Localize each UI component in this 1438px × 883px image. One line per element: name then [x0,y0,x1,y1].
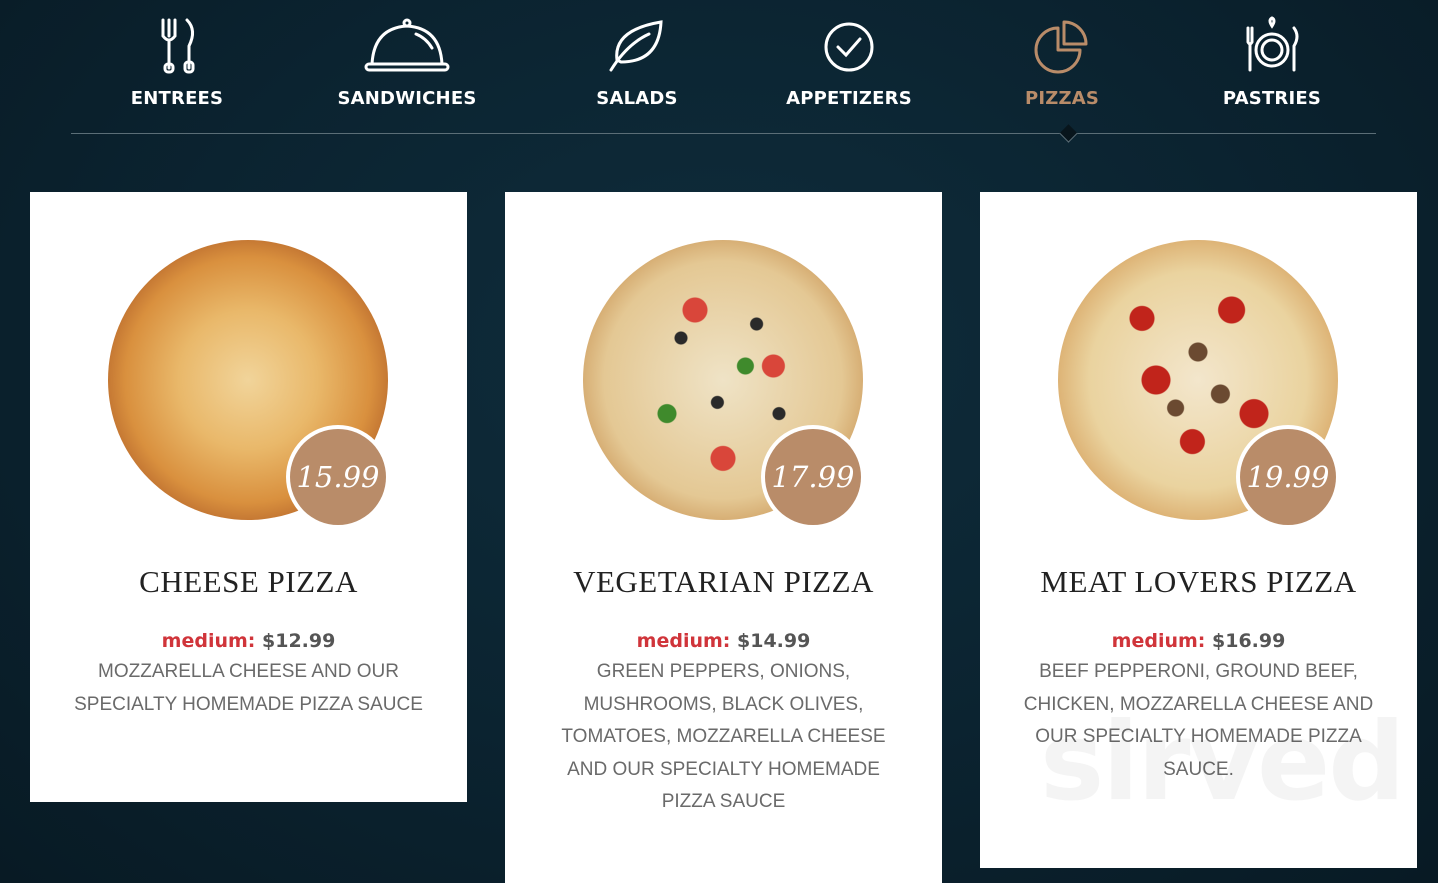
item-title: MEAT LOVERS PIZZA [1040,564,1357,599]
tab-label: SANDWICHES [337,88,477,109]
watermark-logo: sirved [1040,700,1406,825]
size-amount: $16.99 [1212,630,1286,652]
tab-sandwiches[interactable]: SANDWICHES [307,14,507,109]
tab-label: PASTRIES [1222,88,1322,109]
check-circle-icon [749,14,949,78]
size-label: medium: [161,630,256,652]
size-price: medium: $14.99 [505,630,942,652]
size-price: medium: $12.99 [30,630,467,652]
item-description: GREEN PEPPERS, ONIONS, MUSHROOMS, BLACK … [561,661,886,812]
price-value: 19.99 [1240,429,1336,525]
item-description: MOZZARELLA CHEESE AND OUR SPECIALTY HOME… [74,661,423,715]
tab-label: PIZZAS [1024,88,1100,109]
price-badge: 19.99 [1236,425,1340,529]
tab-entrees[interactable]: ENTREES [77,14,277,109]
menu-card-vegetarian-pizza[interactable]: 17.99 VEGETARIAN PIZZA medium: $14.99 GR… [505,192,942,883]
size-amount: $12.99 [262,630,336,652]
price-value: 17.99 [765,429,861,525]
category-nav: ENTREES SANDWICHES SALADS APPETIZERS PIZ… [0,0,1438,150]
cloche-icon [307,14,507,78]
pie-chart-icon [962,14,1162,78]
size-label: medium: [636,630,731,652]
size-amount: $14.99 [737,630,811,652]
price-value: 15.99 [290,429,386,525]
tab-appetizers[interactable]: APPETIZERS [749,14,949,109]
tab-pizzas[interactable]: PIZZAS [962,14,1162,109]
tab-salads[interactable]: SALADS [537,14,737,109]
item-title: CHEESE PIZZA [139,564,358,599]
leaf-icon [537,14,737,78]
price-badge: 17.99 [761,425,865,529]
nav-divider [71,133,1376,134]
tab-pastries[interactable]: PASTRIES [1172,14,1372,109]
tab-label: SALADS [596,88,678,109]
tab-label: APPETIZERS [786,88,912,109]
fork-knife-icon [77,14,277,78]
active-tab-indicator [1059,124,1078,143]
item-title: VEGETARIAN PIZZA [573,564,874,599]
size-label: medium: [1111,630,1206,652]
plate-icon [1172,14,1372,78]
size-price: medium: $16.99 [980,630,1417,652]
tab-label: ENTREES [130,88,224,109]
menu-card-cheese-pizza[interactable]: 15.99 CHEESE PIZZA medium: $12.99 MOZZAR… [30,192,467,802]
price-badge: 15.99 [286,425,390,529]
